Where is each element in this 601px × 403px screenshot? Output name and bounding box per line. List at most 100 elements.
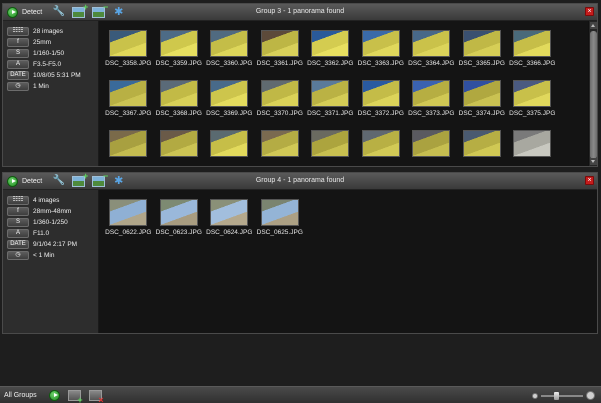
thumbnail-item[interactable] (406, 130, 457, 166)
add-image-icon[interactable] (72, 171, 88, 187)
close-button[interactable]: × (585, 176, 594, 185)
thumbnail-item[interactable] (356, 130, 407, 166)
thumbnail-image[interactable] (260, 30, 299, 57)
thumbnail-image[interactable] (361, 30, 400, 57)
thumbnail-item[interactable] (457, 130, 508, 166)
thumbnail-item[interactable] (204, 130, 255, 166)
scroll-down-arrow[interactable] (590, 158, 597, 165)
thumbnail-item[interactable]: DSC_3364.JPG (406, 30, 457, 80)
zoom-slider[interactable] (541, 391, 583, 400)
thumbnail-item[interactable]: DSC_0623.JPG (154, 199, 205, 249)
thumbnail-image[interactable] (210, 80, 249, 107)
thumbnail-image[interactable] (210, 30, 249, 57)
thumbnail-item[interactable]: DSC_0625.JPG (255, 199, 306, 249)
thumbnail-item[interactable]: DSC_3361.JPG (255, 30, 306, 80)
thumbnail-item[interactable]: DSC_3366.JPG (507, 30, 558, 80)
thumbnail-item[interactable]: DSC_3369.JPG (204, 80, 255, 130)
thumbnail-item[interactable]: DSC_0622.JPG (103, 199, 154, 249)
remove-group-button[interactable] (88, 389, 104, 403)
thumbnail-image[interactable] (462, 130, 501, 157)
thumbnail-item[interactable] (154, 130, 205, 166)
thumbnail-item[interactable] (507, 130, 558, 166)
group-info: ☷☷ 28 images f 25mm S 1/160-1/50 A F3.5-F5.0 DAT… (3, 21, 99, 166)
scroll-up-arrow[interactable] (590, 22, 597, 29)
thumbnail-item[interactable]: DSC_3370.JPG (255, 80, 306, 130)
zoom-in-icon[interactable] (586, 391, 595, 400)
add-group-button[interactable] (67, 389, 83, 403)
thumbnail-image[interactable] (210, 199, 249, 226)
close-button[interactable]: × (585, 7, 594, 16)
play-icon (7, 175, 18, 187)
thumbnail-image[interactable] (412, 80, 451, 107)
thumbnail-item[interactable]: DSC_0624.JPG (204, 199, 255, 249)
thumbnail-item[interactable]: DSC_3362.JPG (305, 30, 356, 80)
detect-all-button[interactable] (48, 389, 60, 401)
thumbnail-item[interactable]: DSC_3363.JPG (356, 30, 407, 80)
thumbnail-image[interactable] (159, 80, 198, 107)
scrollbar[interactable] (588, 21, 597, 166)
thumbnail-image[interactable] (462, 80, 501, 107)
thumbnail-item[interactable] (305, 130, 356, 166)
thumbnail-image[interactable] (159, 199, 198, 226)
thumbnail-image[interactable] (159, 130, 198, 157)
thumbnail-image[interactable] (109, 130, 148, 157)
thumbnail-item[interactable]: DSC_3371.JPG (305, 80, 356, 130)
thumbnail-item[interactable] (103, 130, 154, 166)
remove-image-icon[interactable] (92, 2, 108, 18)
thumbnail-item[interactable]: DSC_3359.JPG (154, 30, 205, 80)
thumbnail-item[interactable]: DSC_3367.JPG (103, 80, 154, 130)
scroll-thumb[interactable] (590, 31, 597, 159)
thumbnail-item[interactable]: DSC_3374.JPG (457, 80, 508, 130)
info-value: 25mm (33, 38, 52, 46)
thumbnail-item[interactable]: DSC_3365.JPG (457, 30, 508, 80)
thumbnail-image[interactable] (210, 130, 249, 157)
thumbnail-label: DSC_0623.JPG (155, 229, 202, 236)
info-badge: ☷☷ (7, 195, 29, 205)
thumbnail-image[interactable] (311, 30, 350, 57)
thumbnail-image[interactable] (260, 199, 299, 226)
thumbnail-image[interactable] (462, 30, 501, 57)
thumbnail-image[interactable] (513, 30, 552, 57)
thumbnail-image[interactable] (311, 130, 350, 157)
thumbnail-image[interactable] (513, 80, 552, 107)
zoom-control (532, 391, 595, 400)
thumbnail-image[interactable] (260, 130, 299, 157)
thumbnail-image[interactable] (412, 30, 451, 57)
wrench-icon[interactable]: 🔧 (52, 175, 65, 188)
info-row: S 1/160-1/50 (7, 48, 98, 58)
detect-button[interactable]: Detect (7, 5, 45, 19)
thumbnail-image[interactable] (361, 80, 400, 107)
thumbnail-label: DSC_3375.JPG (509, 110, 556, 117)
thumbnail-image[interactable] (109, 199, 148, 226)
thumbnail-item[interactable]: DSC_3372.JPG (356, 80, 407, 130)
detect-label: Detect (22, 177, 43, 185)
thumbnail-item[interactable] (255, 130, 306, 166)
puzzle-icon[interactable]: ✱ (112, 175, 125, 188)
thumbnail-image[interactable] (159, 30, 198, 57)
info-badge: ◷ (7, 81, 29, 91)
thumbnail-image[interactable] (109, 30, 148, 57)
zoom-out-icon[interactable] (532, 392, 538, 399)
thumbnail-label: DSC_3373.JPG (408, 110, 455, 117)
thumbnail-image[interactable] (109, 80, 148, 107)
thumbnail-label: DSC_3368.JPG (155, 110, 202, 117)
info-badge: S (7, 217, 29, 227)
puzzle-icon[interactable]: ✱ (112, 6, 125, 19)
thumbnail-item[interactable]: DSC_3375.JPG (507, 80, 558, 130)
thumbnail-item[interactable]: DSC_3358.JPG (103, 30, 154, 80)
info-row: f 25mm (7, 37, 98, 47)
thumbnail-image[interactable] (513, 130, 552, 157)
zoom-slider-knob[interactable] (553, 391, 559, 400)
remove-image-icon[interactable] (92, 171, 108, 187)
thumbnail-item[interactable]: DSC_3373.JPG (406, 80, 457, 130)
detect-button[interactable]: Detect (7, 174, 45, 188)
thumbnail-item[interactable]: DSC_3360.JPG (204, 30, 255, 80)
thumbnail-image[interactable] (311, 80, 350, 107)
thumbnail-image[interactable] (412, 130, 451, 157)
thumbnail-image[interactable] (260, 80, 299, 107)
thumbnail-image[interactable] (361, 130, 400, 157)
wrench-icon[interactable]: 🔧 (52, 6, 65, 19)
add-image-icon[interactable] (72, 2, 88, 18)
info-value: < 1 Min (33, 251, 55, 259)
thumbnail-item[interactable]: DSC_3368.JPG (154, 80, 205, 130)
